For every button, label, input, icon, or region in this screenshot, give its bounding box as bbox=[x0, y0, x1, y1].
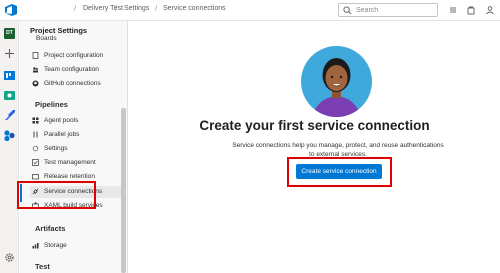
sidebar-item-label: Test management bbox=[44, 159, 96, 166]
sidebar-scrollbar[interactable] bbox=[121, 108, 126, 273]
sidebar-item-settings[interactable]: Settings bbox=[30, 143, 126, 155]
storage-icon bbox=[32, 243, 39, 249]
sidebar-item-label: Release retention bbox=[44, 173, 95, 180]
pool-icon bbox=[32, 117, 39, 124]
project-settings-sidebar: Project Settings Boards Project configur… bbox=[20, 21, 128, 273]
sidebar-item-label: Service connections bbox=[44, 188, 103, 195]
doc-icon bbox=[32, 52, 39, 59]
sidebar-item-parallel-jobs[interactable]: Parallel jobs bbox=[30, 129, 126, 141]
sidebar-item-github-connections[interactable]: GitHub connections bbox=[30, 78, 126, 90]
sidebar-title: Project Settings bbox=[30, 26, 88, 35]
test-icon bbox=[32, 159, 39, 166]
list-icon[interactable] bbox=[448, 5, 458, 15]
section-boards-header: Boards bbox=[36, 35, 57, 42]
sidebar-item-agent-pools[interactable]: Agent pools bbox=[30, 115, 126, 127]
github-icon bbox=[32, 80, 39, 87]
sidebar-item-storage[interactable]: Storage bbox=[30, 240, 126, 252]
project-avatar[interactable]: DT bbox=[4, 28, 15, 39]
sidebar-item-release-retention[interactable]: Release retention bbox=[30, 171, 126, 183]
sidebar-item-team-configuration[interactable]: Team configuration bbox=[30, 64, 126, 76]
gear-icon bbox=[32, 145, 39, 152]
pipelines-icon[interactable] bbox=[3, 109, 16, 122]
sidebar-item-label: GitHub connections bbox=[44, 80, 101, 87]
repos-icon[interactable] bbox=[3, 89, 16, 102]
sidebar-item-xaml-build-services[interactable]: XAML build services bbox=[30, 200, 126, 212]
link-icon bbox=[32, 188, 39, 195]
sidebar-item-label: Project configuration bbox=[44, 52, 104, 59]
section-artifacts-header: Artifacts bbox=[35, 224, 66, 233]
user-settings-icon[interactable] bbox=[485, 5, 495, 15]
selection-indicator bbox=[20, 184, 22, 202]
breadcrumb-settings[interactable]: Settings bbox=[124, 5, 149, 12]
section-pipelines-header: Pipelines bbox=[35, 100, 68, 109]
build-icon bbox=[32, 202, 39, 209]
app-rail: DT bbox=[0, 21, 19, 273]
sidebar-item-label: Team configuration bbox=[44, 66, 99, 73]
main-content: Create your first service connection Ser… bbox=[129, 21, 500, 273]
breadcrumb-separator: / bbox=[155, 4, 158, 13]
plus-icon[interactable] bbox=[3, 47, 16, 60]
page-description: Service connections help you manage, pro… bbox=[232, 142, 444, 158]
sidebar-item-project-configuration[interactable]: Project configuration bbox=[30, 50, 126, 62]
retention-icon bbox=[32, 174, 39, 180]
team-icon bbox=[33, 67, 38, 73]
sidebar-item-label: Settings bbox=[44, 145, 68, 152]
create-service-connection-button[interactable]: Create service connection bbox=[296, 164, 382, 179]
boards-icon[interactable] bbox=[3, 69, 16, 82]
sidebar-item-label: Storage bbox=[44, 242, 67, 249]
breadcrumb-separator: / bbox=[74, 4, 77, 13]
page-title: Create your first service connection bbox=[199, 118, 430, 133]
sidebar-item-label: Parallel jobs bbox=[44, 131, 80, 138]
search-icon bbox=[343, 6, 352, 15]
parallel-icon bbox=[33, 131, 38, 138]
search-box[interactable] bbox=[338, 3, 438, 17]
top-bar: / Delivery Test / Settings / Service con… bbox=[0, 0, 500, 21]
person-illustration-icon bbox=[301, 46, 372, 117]
artifacts-icon[interactable] bbox=[3, 129, 16, 142]
shopping-bag-icon[interactable] bbox=[466, 5, 476, 15]
sidebar-item-label: Agent pools bbox=[44, 117, 79, 124]
breadcrumb-separator: / bbox=[115, 4, 118, 13]
gear-icon[interactable] bbox=[3, 251, 16, 264]
section-test-header: Test bbox=[35, 262, 50, 271]
sidebar-item-label: XAML build services bbox=[44, 202, 103, 209]
breadcrumb-service-connections[interactable]: Service connections bbox=[163, 5, 226, 12]
sidebar-item-test-management[interactable]: Test management bbox=[30, 157, 126, 169]
azure-devops-logo-icon[interactable] bbox=[4, 3, 18, 17]
sidebar-item-service-connections[interactable]: Service connections bbox=[30, 186, 126, 198]
search-input[interactable] bbox=[356, 5, 434, 16]
